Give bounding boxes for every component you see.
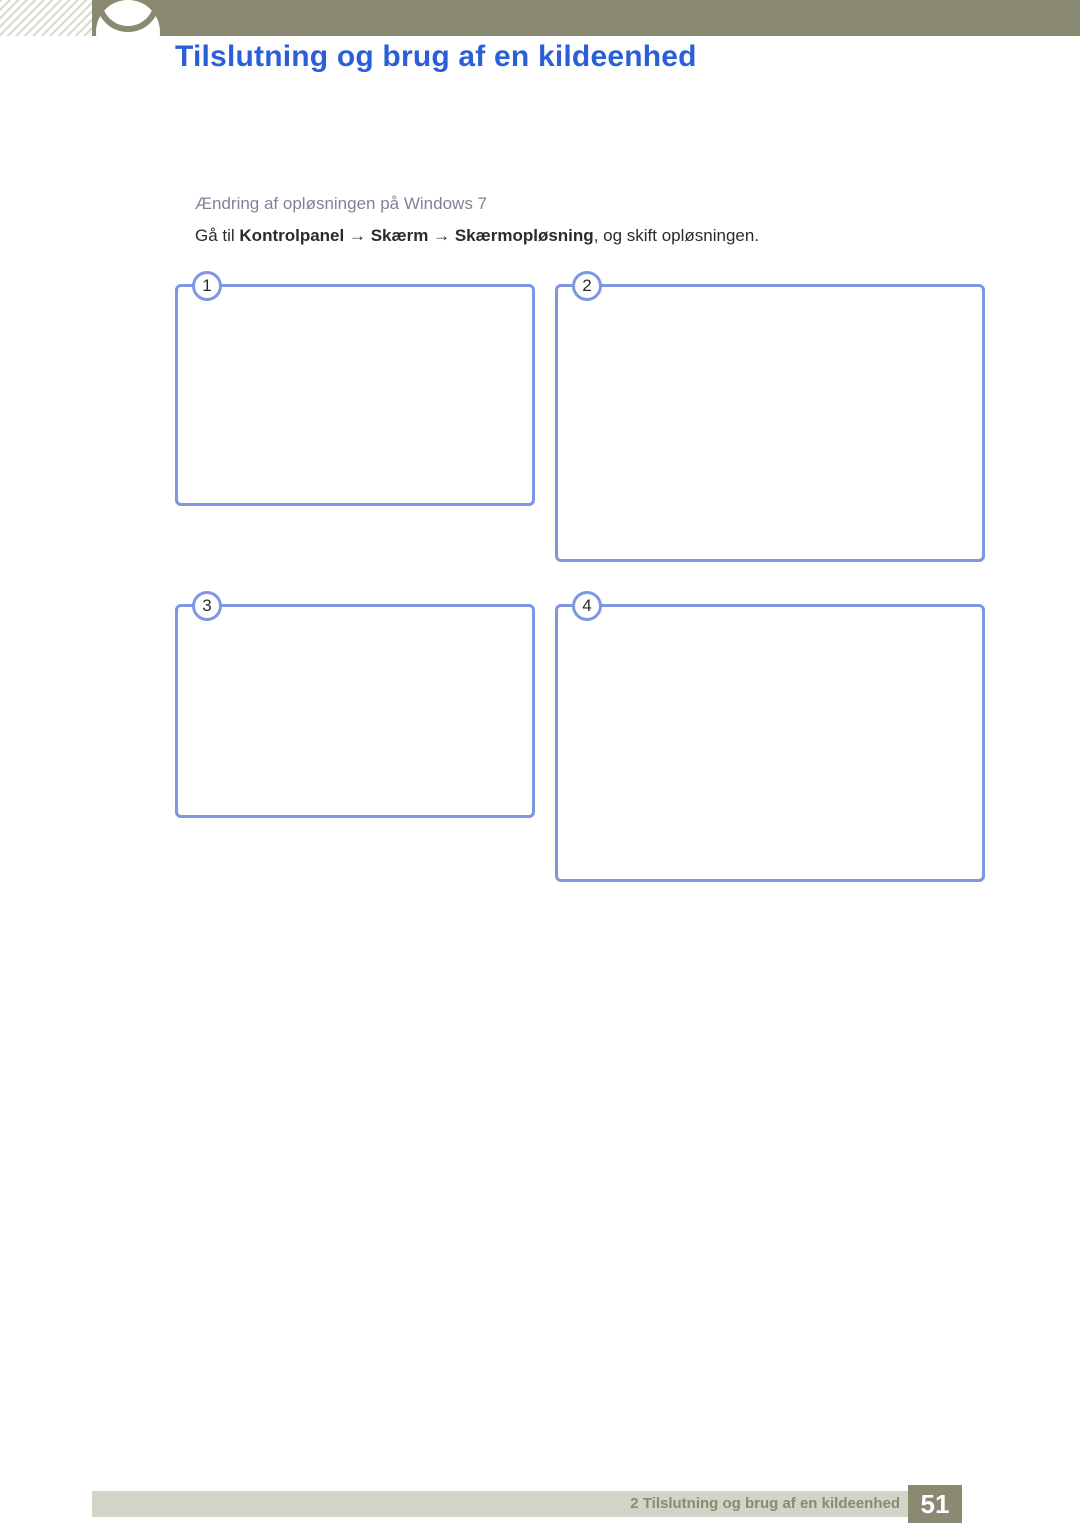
step-panel-2: 2 — [555, 284, 985, 562]
crumb-2: Skærm — [371, 226, 429, 245]
arrow-icon: → — [349, 226, 366, 245]
step-badge: 4 — [572, 591, 602, 621]
footer-chapter-label: 2 Tilslutning og brug af en kildeenhed — [630, 1491, 900, 1517]
step-panel-1: 1 — [175, 284, 535, 506]
step-badge: 3 — [192, 591, 222, 621]
instruction-prefix: Gå til — [195, 226, 239, 245]
step-badge: 2 — [572, 271, 602, 301]
header-bar — [92, 0, 1080, 36]
header-hatch — [0, 0, 92, 36]
crumb-3: Skærmopløsning — [455, 226, 594, 245]
footer: 2 Tilslutning og brug af en kildeenhed 5… — [0, 1481, 1080, 1527]
step-panel-3: 3 — [175, 604, 535, 818]
crumb-1: Kontrolpanel — [239, 226, 344, 245]
step-panel-4: 4 — [555, 604, 985, 882]
section-subtitle: Ændring af opløsningen på Windows 7 — [195, 194, 487, 214]
step-badge: 1 — [192, 271, 222, 301]
instruction-line: Gå til Kontrolpanel → Skærm → Skærmopløs… — [195, 226, 759, 246]
footer-page-number: 51 — [908, 1485, 962, 1523]
instruction-suffix: , og skift opløsningen. — [594, 226, 759, 245]
arrow-icon: → — [433, 226, 450, 245]
page: Tilslutning og brug af en kildeenhed Ænd… — [0, 0, 1080, 1527]
page-title: Tilslutning og brug af en kildeenhed — [175, 40, 697, 74]
